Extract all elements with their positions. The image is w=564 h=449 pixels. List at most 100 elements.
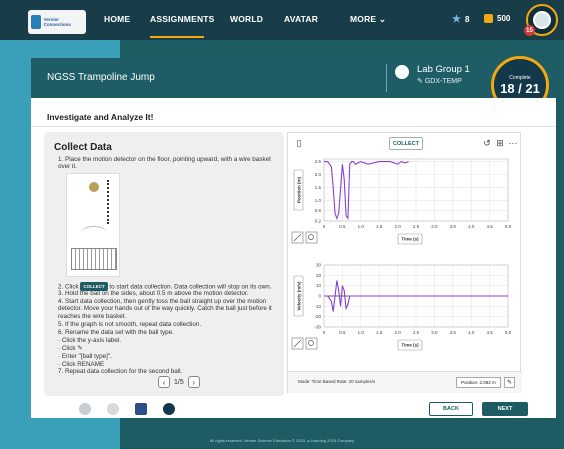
progress-value: 18 / 21 [500,80,540,96]
x-tick-label: 4.5 [486,224,493,229]
status-dot-icon[interactable] [163,403,175,415]
zoom-icon [305,231,318,244]
back-button[interactable]: BACK [429,402,473,416]
y-axis-label: Position (m) [297,177,302,203]
settings-icon[interactable] [107,403,119,415]
logo-text: Vernier Connections [43,17,71,27]
next-button[interactable]: NEXT [482,402,528,416]
y-tick-label: -10 [314,304,321,309]
star-icon: ★ [452,14,461,25]
trajectory-dots [107,180,109,224]
zoom-icon [305,337,318,350]
x-tick-label: 0.5 [339,330,346,335]
lab-group-name: Lab Group 1 [417,64,470,75]
x-tick-label: 0.5 [339,224,346,229]
setup-illustration [66,173,120,277]
logo[interactable]: Vernier Connections [28,10,86,34]
coins-counter: 500 [484,14,510,23]
x-tick-label: 4.5 [486,330,493,335]
ball-image [89,182,99,192]
copyright-text: All rights reserved. Vernier Science Edu… [209,438,355,443]
undo-icon[interactable]: ↺ [482,138,492,149]
stars-counter: ★ 8 [452,14,469,25]
header-divider [386,64,387,92]
substep-2: · Click ✎ [58,345,83,352]
y-tick-label: 10 [316,283,322,288]
chevron-down-icon: ⌄ [378,14,387,24]
nav-avatar[interactable]: AVATAR [284,14,318,24]
nav-home[interactable]: HOME [104,14,130,24]
stars-value: 8 [464,15,470,24]
nav-world[interactable]: WORLD [230,14,263,24]
x-tick-label: 5.0 [505,224,512,229]
more-icon[interactable]: ⋯ [508,138,518,149]
file-icon[interactable]: ▯ [294,138,304,149]
x-tick-label: 3.0 [431,330,438,335]
divider [31,126,556,127]
x-tick-label: 2.5 [413,224,420,229]
coin-icon [484,14,493,23]
nav-assignments[interactable]: ASSIGNMENTS [150,14,215,24]
prev-page-button[interactable]: ‹ [158,376,170,388]
x-tick-label: 0 [323,330,326,335]
x-tick-label: 1.0 [358,224,365,229]
pager: ‹ 1/5 › [158,376,200,388]
step-3: 3. Hold the ball on the sides, about 0.5… [58,290,249,297]
collection-mode: Mode: Time Based Rate: 20 samples/s [298,379,376,384]
sensor-waves [81,226,107,240]
step-7: 7. Repeat data collection for the second… [58,368,183,375]
tool-icon[interactable]: ✎ [504,377,515,388]
x-tick-label: 1.5 [376,224,383,229]
nav-more-label: MORE [350,14,377,24]
status-bar: Mode: Time Based Rate: 20 samples/s Posi… [288,371,522,393]
x-tick-label: 3.5 [450,330,457,335]
y-tick-label: 2.5 [315,159,322,164]
step-1: 1. Place the motion detector on the floo… [58,156,271,171]
instructions-title: Collect Data [54,142,112,153]
y-tick-label: 0.2 [315,219,322,224]
y-axis-label: Velocity (m/s) [297,281,302,311]
step-5: 5. If the graph is not smooth, repeat da… [58,321,202,328]
y-tick-label: 2.0 [315,172,322,177]
y-tick-label: 20 [316,273,322,278]
x-axis-label: Time (s) [401,343,419,348]
x-tick-label: 2.0 [394,330,401,335]
assignment-title: NGSS Trampoline Jump [47,72,155,83]
y-tick-label: 0 [318,294,321,299]
y-tick-label: 0.6 [315,208,322,213]
audio-icon[interactable] [135,403,147,415]
avatar[interactable]: 15 [524,4,558,36]
x-tick-label: 4.0 [468,330,475,335]
collect-button[interactable]: COLLECT [389,137,423,150]
x-tick-label: 1.0 [358,330,365,335]
info-icon[interactable] [79,403,91,415]
lab-code: ✎ GDX-TEMP [417,77,462,85]
next-page-button[interactable]: › [187,376,200,388]
lab-code-text: GDX-TEMP [424,78,462,85]
assignment-header: NGSS Trampoline Jump Lab Group 1 ✎ GDX-T… [31,56,556,114]
y-tick-label: -30 [314,325,321,330]
x-tick-label: 4.0 [468,224,475,229]
series-line [324,160,409,221]
y-tick-label: 30 [316,263,322,268]
position-readout: Position: 2.082 m [456,377,501,388]
y-tick-label: 1.5 [315,185,322,190]
instructions-panel: Collect Data 1. Place the motion detecto… [44,132,284,396]
x-tick-label: 3.0 [431,224,438,229]
graph-panel: ▯ COLLECT ↺ ⊞ ⋯ 0 0.5 1.0 1.5 2.0 2.5 3.0 3.5 4.… [287,132,522,393]
coins-value: 500 [497,14,511,23]
card-title: Investigate and Analyze It! [47,112,154,122]
x-tick-label: 2.0 [394,224,401,229]
wire-basket-image [71,248,117,270]
group-icon [395,65,409,79]
substep-3: · Enter "[ball type]". [58,353,112,360]
x-axis-label: Time (s) [401,237,419,242]
layout-icon[interactable]: ⊞ [495,138,505,149]
graphs-svg: 0 0.5 1.0 1.5 2.0 2.5 3.0 3.5 4.0 4.5 5.0 0.2 0.6 1.0… [291,158,512,351]
substep-1: · Click the y-axis label. [58,337,121,344]
level-badge: 15 [524,25,535,36]
step-4: 4. Start data collection, then gently to… [58,298,272,320]
main-card: Investigate and Analyze It! Collect Data… [31,98,556,418]
nav-more[interactable]: MORE ⌄ [350,14,386,25]
x-tick-label: 0 [323,224,326,229]
